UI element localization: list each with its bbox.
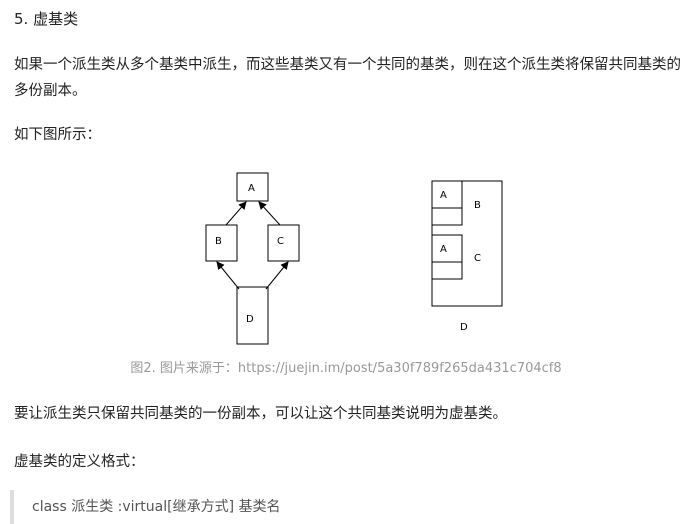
box-a-label: A [248,183,255,194]
left-diagram: A B C D [205,172,300,345]
arrow-b-to-a [225,201,247,226]
box-d-label: D [246,314,254,325]
box-a1-label: A [440,190,447,201]
paragraph-virtual-base: 要让派生类只保留共同基类的一份副本，可以让这个共同基类说明为虚基类。 [14,406,507,422]
arrow-d-to-c [265,261,289,290]
box-a2 [431,234,463,263]
box-b-sub-label: B [474,200,481,211]
paragraph-intro: 如果一个派生类从多个基类中派生，而这些基类又有一个共同的基类，则在这个派生类将保… [14,57,681,99]
paragraph-figure-intro: 如下图所示： [14,127,101,143]
box-a2-label: A [440,244,447,255]
code-syntax: class 派生类 :virtual[继承方式] 基类名 [32,499,281,515]
inheritance-figure: A B C D A B A C D [205,172,503,345]
box-b-label: B [215,236,222,247]
figure-caption: 图2. 图片来源于：https://juejin.im/post/5a30f78… [130,361,562,376]
section-heading: 5. 虚基类 [14,10,79,28]
box-c-label: C [277,236,284,247]
right-diagram: A B A C D [431,180,503,333]
box-d-outer-label: D [460,322,468,333]
arrow-d-to-b [216,261,240,290]
arrow-c-to-a [258,201,281,226]
box-a1 [431,180,463,209]
box-c-sub-label: C [474,253,481,264]
paragraph-definition-format: 虚基类的定义格式： [14,454,145,470]
code-blockquote: class 派生类 :virtual[继承方式] 基类名 [10,490,684,524]
